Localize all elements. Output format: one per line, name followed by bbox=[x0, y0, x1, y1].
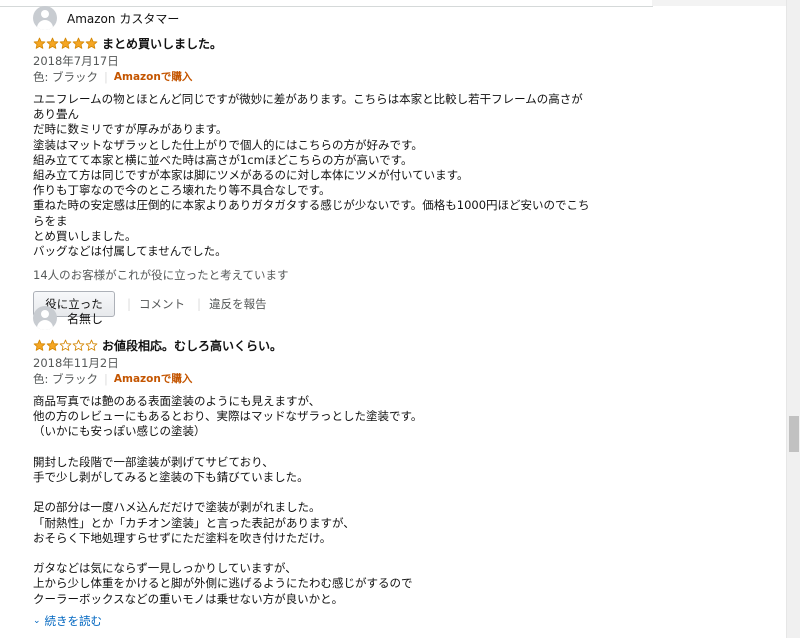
star-rating[interactable] bbox=[33, 37, 98, 50]
star-filled-icon bbox=[59, 37, 72, 50]
chevron-down-icon: ⌄ bbox=[33, 615, 41, 626]
avatar bbox=[33, 306, 57, 330]
review-title[interactable]: お値段相応。むしろ高いくらい。 bbox=[102, 337, 282, 354]
read-more-label[interactable]: 続きを読む bbox=[45, 613, 103, 629]
verified-purchase-badge: Amazonで購入 bbox=[113, 373, 193, 385]
star-rating[interactable] bbox=[33, 339, 98, 352]
avatar bbox=[33, 6, 57, 30]
review-meta: 色: ブラック | Amazonで購入 bbox=[33, 371, 593, 387]
review-item: Amazon カスタマー まとめ買いしました。 2018年7月17日 色: ブラ… bbox=[33, 5, 593, 318]
color-variant[interactable]: 色: ブラック bbox=[33, 371, 98, 387]
author-name[interactable]: Amazon カスタマー bbox=[67, 10, 179, 27]
vertical-scrollbar[interactable] bbox=[786, 0, 800, 638]
star-empty-icon bbox=[85, 339, 98, 352]
review-item: 名無し お値段相応。むしろ高いくらい。 2018年11月2日 色: ブラック |… bbox=[33, 305, 593, 629]
reviews-list: Amazon カスタマー まとめ買いしました。 2018年7月17日 色: ブラ… bbox=[0, 0, 786, 638]
read-more-link[interactable]: ⌄ 続きを読む bbox=[33, 613, 593, 629]
review-body: 商品写真では艶のある表面塗装のようにも見えますが、 他の方のレビューにもあるとお… bbox=[33, 394, 423, 606]
review-author[interactable]: Amazon カスタマー bbox=[33, 5, 593, 31]
scrollbar-thumb[interactable] bbox=[789, 416, 799, 452]
star-filled-icon bbox=[85, 37, 98, 50]
star-filled-icon bbox=[46, 37, 59, 50]
star-empty-icon bbox=[72, 339, 85, 352]
review-body: ユニフレームの物とほとんど同じですが微妙に差があります。こちらは本家と比較し若干… bbox=[33, 92, 590, 259]
review-date: 2018年7月17日 bbox=[33, 54, 119, 68]
color-variant[interactable]: 色: ブラック bbox=[33, 69, 98, 85]
review-meta: 色: ブラック | Amazonで購入 bbox=[33, 69, 593, 85]
review-date: 2018年11月2日 bbox=[33, 356, 119, 370]
helpful-count: 14人のお客様がこれが役に立ったと考えています bbox=[33, 268, 289, 283]
verified-purchase-badge: Amazonで購入 bbox=[113, 71, 193, 83]
author-name[interactable]: 名無し bbox=[67, 310, 103, 327]
star-filled-icon bbox=[46, 339, 59, 352]
star-filled-icon bbox=[33, 339, 46, 352]
star-filled-icon bbox=[33, 37, 46, 50]
review-author[interactable]: 名無し bbox=[33, 305, 593, 331]
review-title[interactable]: まとめ買いしました。 bbox=[102, 35, 222, 52]
separator: | bbox=[104, 372, 108, 386]
star-filled-icon bbox=[72, 37, 85, 50]
separator: | bbox=[104, 70, 108, 84]
star-empty-icon bbox=[59, 339, 72, 352]
